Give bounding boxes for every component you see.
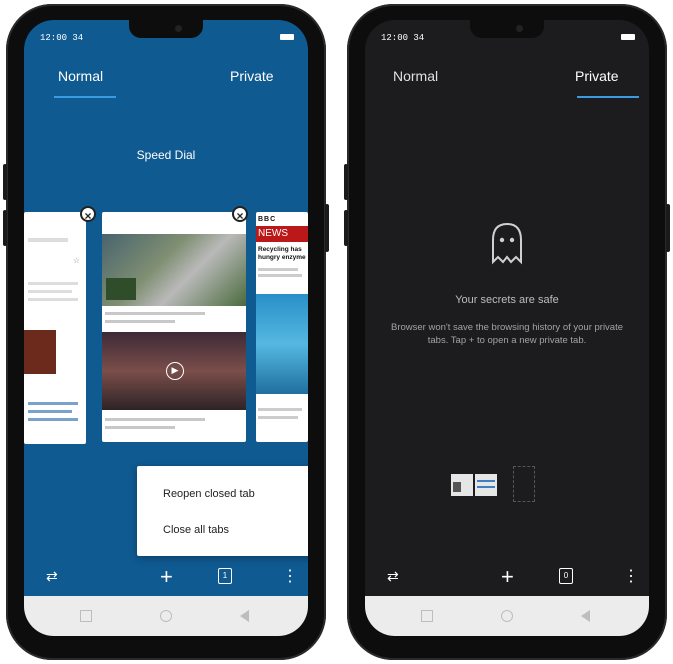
private-title: Your secrets are safe: [455, 294, 559, 306]
tabs-icon[interactable]: 0: [559, 568, 573, 584]
tabs-context-menu: Reopen closed tab Close all tabs: [137, 466, 308, 556]
new-tab-placeholder: [513, 466, 535, 502]
text-line: [28, 298, 78, 301]
swap-icon[interactable]: ⇄: [387, 568, 399, 585]
status-bar: 12:00 34: [24, 20, 308, 46]
status-time: 12:00 34: [381, 33, 425, 43]
tab-private[interactable]: Private: [575, 68, 619, 84]
power-button: [325, 204, 329, 252]
reopen-closed-tab-item[interactable]: Reopen closed tab: [163, 488, 255, 500]
battery-icon: [280, 34, 294, 40]
feed-meta-line: [105, 320, 175, 323]
tab-switcher: Normal Private: [24, 56, 308, 116]
close-all-tabs-item[interactable]: Close all tabs: [163, 524, 229, 536]
news-image: [256, 294, 308, 394]
back-button[interactable]: [240, 610, 249, 622]
browser-screen-normal: 12:00 34 Normal Private Speed Dial ☆ × ▶…: [24, 20, 308, 636]
star-icon: ☆: [72, 256, 80, 265]
private-description: Browser won't save the browsing history …: [390, 322, 624, 346]
bottom-toolbar: ⇄ + 0 ⋮: [365, 560, 649, 600]
tab-illustration: [451, 472, 499, 498]
volume-button: [3, 210, 7, 246]
close-tab-icon[interactable]: ×: [80, 206, 96, 223]
swap-icon[interactable]: ⇄: [46, 568, 58, 585]
status-time: 12:00 34: [40, 33, 84, 43]
browser-screen-private: 12:00 34 Normal Private Your secrets are…: [365, 20, 649, 636]
tab-card-feed[interactable]: ▶: [102, 212, 246, 442]
power-button: [666, 204, 670, 252]
text-line: [258, 408, 302, 411]
feed-meta-line: [105, 312, 205, 315]
tab-private[interactable]: Private: [230, 68, 274, 84]
news-section: NEWS: [256, 226, 308, 242]
thumbnail-image: [24, 330, 56, 374]
volume-button: [344, 164, 348, 200]
link-line: [28, 418, 78, 421]
text-line: [28, 238, 68, 242]
text-line: [258, 416, 298, 419]
more-icon[interactable]: ⋮: [282, 566, 298, 586]
speed-dial-label: Speed Dial: [136, 148, 196, 162]
tab-card-partial-left[interactable]: ☆: [24, 212, 86, 444]
battery-icon: [621, 34, 635, 40]
close-tab-icon[interactable]: ×: [232, 206, 248, 223]
tab-card-news[interactable]: BBC NEWS Recycling has hungry enzyme: [256, 212, 308, 442]
phone-private: 12:00 34 Normal Private Your secrets are…: [344, 4, 670, 660]
text-line: [28, 282, 78, 285]
home-button[interactable]: [160, 610, 172, 622]
bottom-toolbar: ⇄ + 1 ⋮: [24, 560, 308, 600]
recents-button[interactable]: [80, 610, 92, 622]
link-line: [28, 410, 72, 413]
link-line: [28, 402, 78, 405]
text-line: [28, 290, 72, 293]
tab-switcher: Normal Private: [365, 56, 649, 116]
active-tab-indicator: [54, 96, 116, 98]
add-icon[interactable]: +: [160, 564, 173, 590]
system-nav-bar: [365, 596, 649, 636]
logo-badge: [106, 278, 136, 300]
tab-normal[interactable]: Normal: [393, 68, 438, 84]
news-brand: BBC: [258, 216, 277, 223]
ghost-icon: [492, 222, 522, 265]
tabs-icon[interactable]: 1: [218, 568, 232, 584]
text-line: [258, 268, 298, 271]
add-icon[interactable]: +: [501, 564, 514, 590]
news-headline: Recycling has hungry enzyme: [258, 246, 306, 261]
feed-meta-line: [105, 418, 205, 421]
more-icon[interactable]: ⋮: [623, 566, 639, 586]
tab-normal[interactable]: Normal: [58, 68, 103, 84]
play-icon[interactable]: ▶: [166, 362, 184, 380]
volume-button: [3, 164, 7, 200]
text-line: [258, 274, 302, 277]
phone-normal: 12:00 34 Normal Private Speed Dial ☆ × ▶…: [3, 4, 329, 660]
home-button[interactable]: [501, 610, 513, 622]
status-bar: 12:00 34: [365, 20, 649, 46]
volume-button: [344, 210, 348, 246]
system-nav-bar: [24, 596, 308, 636]
feed-meta-line: [105, 426, 175, 429]
back-button[interactable]: [581, 610, 590, 622]
recents-button[interactable]: [421, 610, 433, 622]
active-tab-indicator: [577, 96, 639, 98]
